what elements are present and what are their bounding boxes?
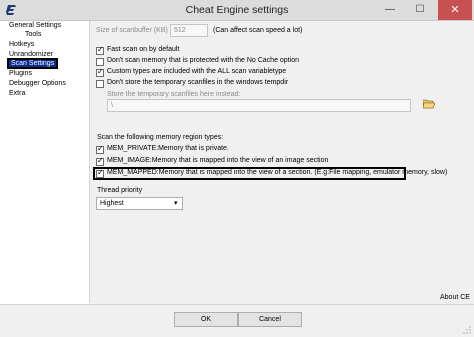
- tree-item-unrandomizer[interactable]: Unrandomizer: [9, 51, 53, 58]
- scanbuffer-note: (Can affect scan speed a lot): [213, 27, 303, 34]
- about-ce-link[interactable]: About CE: [440, 294, 470, 301]
- thread-priority-label: Thread priority: [97, 187, 143, 194]
- dialog-button-bar: OK Cancel: [0, 304, 474, 337]
- ok-button[interactable]: OK: [174, 312, 238, 327]
- tree-item-tools[interactable]: Tools: [25, 31, 41, 38]
- thread-priority-select[interactable]: Highest ▾: [96, 197, 183, 210]
- maximize-button[interactable]: ☐: [405, 0, 435, 20]
- mem-image-checkbox[interactable]: [96, 156, 104, 166]
- mem-private-checkbox[interactable]: [96, 144, 104, 154]
- tempdir-value: \: [111, 102, 113, 109]
- fast-scan-checkbox[interactable]: [96, 45, 104, 55]
- tempdir-input[interactable]: \: [107, 99, 411, 112]
- tree-item-general-settings[interactable]: General Settings: [9, 22, 61, 29]
- tempdir-label: Store the temporary scanfiles here inste…: [107, 91, 241, 98]
- custom-types-label: Custom types are included with the ALL s…: [107, 68, 287, 75]
- cancel-button[interactable]: Cancel: [238, 312, 302, 327]
- settings-tree: General Settings Tools Hotkeys Unrandomi…: [1, 21, 90, 303]
- no-cache-label: Don't scan memory that is protected with…: [107, 57, 299, 64]
- scanbuffer-value: 512: [174, 27, 186, 34]
- scan-settings-panel: Size of scanbuffer (KB) : 512 (Can affec…: [90, 21, 474, 304]
- tree-item-hotkeys[interactable]: Hotkeys: [9, 41, 34, 48]
- tree-item-extra[interactable]: Extra: [9, 90, 25, 97]
- region-types-label: Scan the following memory region types:: [97, 134, 224, 141]
- no-tempdir-checkbox[interactable]: [96, 80, 104, 88]
- open-folder-icon[interactable]: [422, 98, 436, 109]
- thread-priority-value: Highest: [100, 200, 124, 207]
- mem-mapped-label: MEM_MAPPED:Memory that is mapped into th…: [107, 169, 448, 176]
- close-button[interactable]: ✕: [438, 0, 472, 20]
- chevron-down-icon: ▾: [174, 199, 178, 207]
- mem-mapped-checkbox[interactable]: [96, 168, 104, 178]
- custom-types-checkbox[interactable]: [96, 67, 104, 77]
- minimize-button[interactable]: —: [375, 0, 405, 20]
- title-bar: Cheat Engine settings — ☐ ✕: [0, 0, 474, 21]
- tree-item-plugins[interactable]: Plugins: [9, 70, 32, 77]
- no-tempdir-label: Don't store the temporary scanfiles in t…: [107, 79, 289, 86]
- mem-image-label: MEM_IMAGE:Memory that is mapped into the…: [107, 157, 329, 164]
- scanbuffer-label: Size of scanbuffer (KB) :: [96, 27, 172, 34]
- no-cache-checkbox[interactable]: [96, 58, 104, 66]
- fast-scan-label: Fast scan on by default: [107, 46, 180, 53]
- tree-item-scan-settings[interactable]: Scan Settings: [6, 58, 59, 69]
- scanbuffer-input[interactable]: 512: [170, 24, 208, 37]
- tree-item-debugger-options[interactable]: Debugger Options: [9, 80, 66, 87]
- mem-private-label: MEM_PRIVATE:Memory that is private.: [107, 145, 229, 152]
- resize-grip-icon[interactable]: [463, 326, 471, 334]
